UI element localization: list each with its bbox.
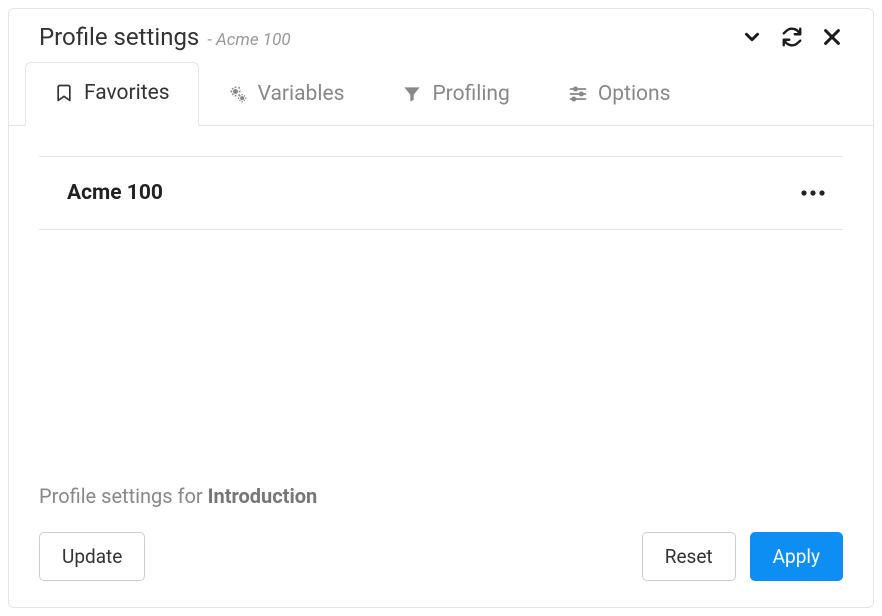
- favorite-item[interactable]: Acme 100: [39, 157, 843, 230]
- tab-favorites[interactable]: Favorites: [25, 62, 199, 126]
- header-actions: [741, 26, 843, 48]
- caption-prefix: Profile settings for: [39, 484, 208, 508]
- panel-subtitle: - Acme 100: [207, 30, 290, 50]
- tab-label: Profiling: [432, 82, 509, 106]
- favorites-list: Acme 100: [39, 156, 843, 230]
- tabs-bar: Favorites Variables Profiling Options: [9, 61, 873, 126]
- reset-button[interactable]: Reset: [642, 532, 736, 581]
- footer-left: Update: [39, 532, 145, 581]
- refresh-icon[interactable]: [781, 26, 803, 48]
- profile-settings-panel: Profile settings - Acme 100: [8, 8, 874, 608]
- header-left: Profile settings - Acme 100: [39, 23, 291, 51]
- apply-button[interactable]: Apply: [750, 532, 843, 581]
- gears-icon: [228, 84, 248, 104]
- tab-label: Favorites: [84, 81, 170, 105]
- panel-title: Profile settings: [39, 23, 199, 51]
- tab-label: Variables: [258, 82, 345, 106]
- tab-profiling[interactable]: Profiling: [373, 62, 538, 126]
- caption-target: Introduction: [208, 484, 318, 508]
- caption-row: Profile settings for Introduction: [39, 444, 843, 532]
- favorite-name: Acme 100: [67, 181, 163, 205]
- more-icon[interactable]: [799, 188, 827, 198]
- caption-text: Profile settings for Introduction: [39, 484, 317, 508]
- tab-label: Options: [598, 82, 671, 106]
- tab-content: Acme 100 Profile settings for Introducti…: [9, 126, 873, 532]
- panel-header: Profile settings - Acme 100: [9, 9, 873, 61]
- bookmark-icon: [54, 83, 74, 103]
- footer-actions: Update Reset Apply: [9, 532, 873, 607]
- tab-variables[interactable]: Variables: [199, 62, 374, 126]
- sliders-icon: [568, 84, 588, 104]
- filter-icon: [402, 84, 422, 104]
- tab-options[interactable]: Options: [539, 62, 700, 126]
- footer-right: Reset Apply: [642, 532, 843, 581]
- collapse-icon[interactable]: [741, 26, 763, 48]
- close-icon[interactable]: [821, 26, 843, 48]
- update-button[interactable]: Update: [39, 532, 145, 581]
